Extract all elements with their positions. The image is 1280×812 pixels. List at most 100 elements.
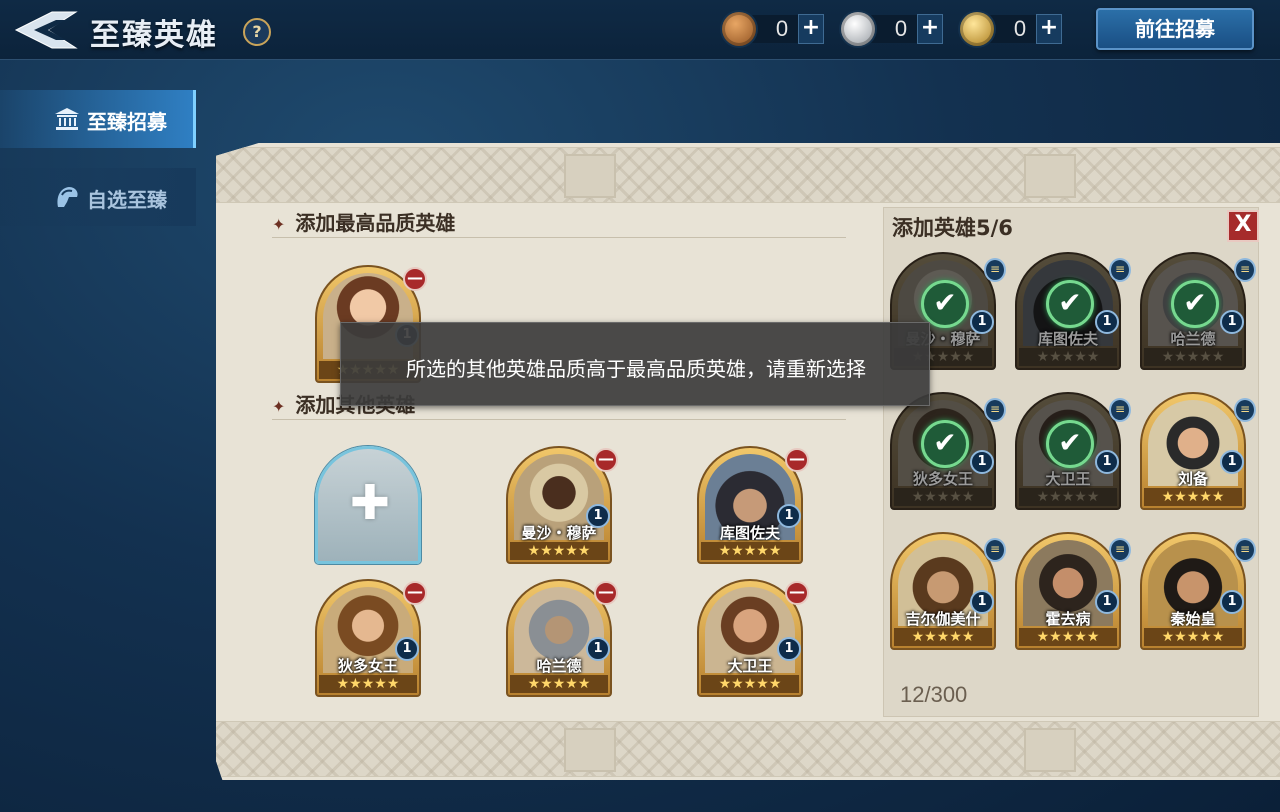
selected-check-icon: ✔: [921, 420, 969, 468]
star-bullet-icon: ✦: [272, 215, 286, 234]
page-title: 至臻英雄: [90, 18, 218, 53]
lion-emblem-icon: [564, 154, 616, 198]
list-hero-card[interactable]: 秦始皇 ★★★★★ 1 ≡: [1140, 532, 1256, 650]
remove-hero-button[interactable]: —: [594, 448, 618, 472]
hero-stars: ★★★★★: [1144, 488, 1242, 506]
tab-premium-recruit[interactable]: 至臻招募: [0, 90, 196, 148]
remove-hero-button[interactable]: —: [594, 581, 618, 605]
hero-info-icon[interactable]: ≡: [984, 258, 1006, 282]
hero-level-badge: 1: [777, 637, 801, 661]
help-icon[interactable]: ?: [243, 18, 271, 46]
hero-level-badge: 1: [1220, 310, 1244, 334]
hero-stars: ★★★★★: [701, 542, 799, 560]
section-title-text: 添加最高品质英雄: [295, 211, 456, 235]
hero-info-icon[interactable]: ≡: [1109, 398, 1131, 422]
hero-level-badge: 1: [395, 637, 419, 661]
list-hero-card[interactable]: 大卫王 ★★★★★ 1 ≡ ✔: [1015, 392, 1131, 510]
remove-hero-button[interactable]: —: [403, 581, 427, 605]
hero-stars: ★★★★★: [510, 542, 608, 560]
toast-message: 所选的其他英雄品质高于最高品质英雄，请重新选择: [406, 357, 866, 381]
hero-selection-panel: ✦添加最高品质英雄 ★★★★★ 1 — ✦添加其他英雄 ✚ 曼沙・穆萨 ★★★★…: [216, 143, 1280, 780]
hero-stars: ★★★★★: [1019, 348, 1117, 366]
hero-stars: ★★★★★: [319, 675, 417, 693]
list-hero-card[interactable]: 狄多女王 ★★★★★ 1 ≡ ✔: [890, 392, 1006, 510]
other-hero-card[interactable]: 大卫王 ★★★★★ 1 —: [697, 579, 809, 697]
hero-level-badge: 1: [970, 310, 994, 334]
back-button[interactable]: [12, 8, 80, 52]
hero-level-badge: 1: [970, 450, 994, 474]
hero-level-badge: 1: [1220, 590, 1244, 614]
hero-info-icon[interactable]: ≡: [984, 398, 1006, 422]
add-cross-icon: ✚: [349, 475, 391, 531]
other-hero-card[interactable]: 曼沙・穆萨 ★★★★★ 1 —: [506, 446, 618, 564]
selected-check-icon: ✔: [1046, 280, 1094, 328]
lion-emblem-icon: [1024, 728, 1076, 772]
helmet-icon: [57, 187, 78, 207]
hero-info-icon[interactable]: ≡: [1234, 538, 1256, 562]
hero-level-badge: 1: [586, 637, 610, 661]
decorative-band-top: [216, 147, 1280, 203]
list-hero-card[interactable]: 吉尔伽美什 ★★★★★ 1 ≡: [890, 532, 1006, 650]
tab-label: 自选至臻: [87, 188, 167, 212]
remove-hero-button[interactable]: —: [785, 448, 809, 472]
other-hero-card[interactable]: 哈兰德 ★★★★★ 1 —: [506, 579, 618, 697]
add-hero-slot[interactable]: ✚: [315, 446, 421, 564]
add-bronze-button[interactable]: +: [798, 14, 824, 44]
other-hero-card[interactable]: 狄多女王 ★★★★★ 1 —: [315, 579, 427, 697]
list-hero-card[interactable]: 哈兰德 ★★★★★ 1 ≡ ✔: [1140, 252, 1256, 370]
add-gold-button[interactable]: +: [1036, 14, 1062, 44]
hero-level-badge: 1: [1220, 450, 1244, 474]
top-bar: 至臻英雄 ? 0 + 0 + 0 + 前往招募: [0, 0, 1280, 60]
list-hero-card[interactable]: 库图佐夫 ★★★★★ 1 ≡ ✔: [1015, 252, 1131, 370]
hero-level-badge: 1: [586, 504, 610, 528]
lion-emblem-icon: [1024, 154, 1076, 198]
bronze-amount: 0: [775, 16, 789, 41]
hero-info-icon[interactable]: ≡: [1109, 538, 1131, 562]
other-hero-card[interactable]: 库图佐夫 ★★★★★ 1 —: [697, 446, 809, 564]
list-hero-card[interactable]: 刘备 ★★★★★ 1 ≡: [1140, 392, 1256, 510]
tab-custom-premium[interactable]: 自选至臻: [0, 168, 196, 226]
hero-level-badge: 1: [1095, 450, 1119, 474]
divider: [272, 237, 846, 238]
silver-amount: 0: [894, 16, 908, 41]
hero-stars: ★★★★★: [894, 628, 992, 646]
hero-info-icon[interactable]: ≡: [984, 538, 1006, 562]
back-arrow-icon: [14, 11, 78, 49]
divider: [272, 419, 846, 420]
temple-icon: [55, 108, 79, 130]
selected-check-icon: ✔: [1171, 280, 1219, 328]
hero-info-icon[interactable]: ≡: [1109, 258, 1131, 282]
bronze-coin-icon: [722, 12, 756, 46]
decorative-band-bottom: [216, 721, 1280, 777]
hero-level-badge: 1: [1095, 310, 1119, 334]
add-hero-title: 添加英雄5/6: [892, 216, 1013, 240]
remove-hero-button[interactable]: —: [403, 267, 427, 291]
hero-info-icon[interactable]: ≡: [1234, 258, 1256, 282]
close-list-button[interactable]: X: [1227, 210, 1259, 242]
hero-level-badge: 1: [970, 590, 994, 614]
hero-stars: ★★★★★: [1019, 628, 1117, 646]
hero-stars: ★★★★★: [1144, 348, 1242, 366]
silver-coin-icon: [841, 12, 875, 46]
hero-stars: ★★★★★: [701, 675, 799, 693]
currency-gold: 0 +: [960, 12, 1100, 46]
add-silver-button[interactable]: +: [917, 14, 943, 44]
hero-stars: ★★★★★: [894, 488, 992, 506]
hero-level-badge: 1: [1095, 590, 1119, 614]
go-recruit-button[interactable]: 前往招募: [1096, 8, 1254, 50]
hero-stars: ★★★★★: [510, 675, 608, 693]
remove-hero-button[interactable]: —: [785, 581, 809, 605]
hero-stars: ★★★★★: [1019, 488, 1117, 506]
hero-stars: ★★★★★: [1144, 628, 1242, 646]
lion-emblem-icon: [564, 728, 616, 772]
gold-coin-icon: [960, 12, 994, 46]
selected-check-icon: ✔: [1046, 420, 1094, 468]
section-title-top-quality: ✦ 添加最高品质英雄: [272, 207, 455, 236]
hero-level-badge: 1: [777, 504, 801, 528]
hero-info-icon[interactable]: ≡: [1234, 398, 1256, 422]
star-bullet-icon: ✦: [272, 397, 286, 416]
error-toast: 所选的其他英雄品质高于最高品质英雄，请重新选择: [340, 322, 930, 406]
add-hero-list: 添加英雄5/6 X 曼沙・穆萨 ★★★★★ 1 ≡ ✔ 库图佐夫 ★★★★★ 1…: [883, 207, 1259, 717]
list-hero-card[interactable]: 霍去病 ★★★★★ 1 ≡: [1015, 532, 1131, 650]
hero-count: 12/300: [900, 682, 968, 707]
